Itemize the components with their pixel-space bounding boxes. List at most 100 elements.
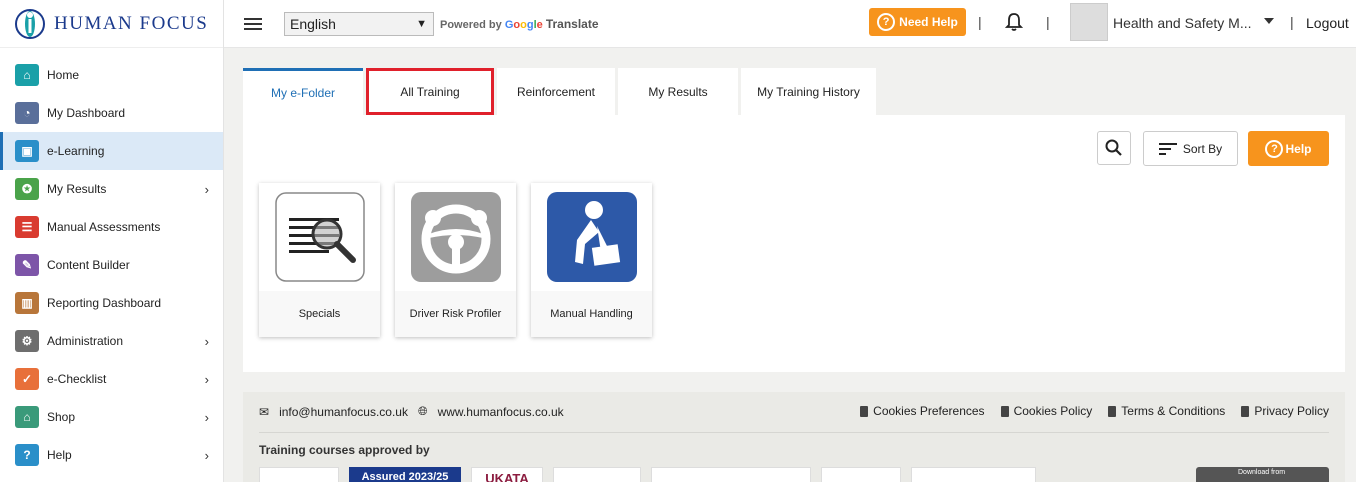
need-help-label: Need Help bbox=[899, 15, 958, 29]
logout-link[interactable]: Logout bbox=[1306, 15, 1349, 31]
magnifier-document-icon bbox=[274, 192, 365, 282]
sidebar-item-label: Content Builder bbox=[47, 258, 130, 272]
sidebar-item-label: Reporting Dashboard bbox=[47, 296, 162, 310]
tab-my-e-folder[interactable]: My e-Folder bbox=[243, 68, 363, 115]
tab-all-training[interactable]: All Training bbox=[366, 68, 494, 115]
footer-link-cookies-preferences[interactable]: Cookies Preferences bbox=[860, 404, 985, 418]
google-letter: g bbox=[526, 18, 534, 31]
sidebar-item-administration[interactable]: ⚙ Administration › bbox=[0, 322, 223, 360]
footer-link-terms[interactable]: Terms & Conditions bbox=[1108, 404, 1225, 418]
google-letter: o bbox=[520, 18, 527, 31]
caret-down-icon[interactable] bbox=[1264, 18, 1274, 24]
tab-my-results[interactable]: My Results bbox=[618, 68, 738, 115]
sidebar-item-label: Manual Assessments bbox=[47, 220, 161, 234]
sidebar-nav: ⌂ Home ◔ My Dashboard ▣ e-Learning ✪ My Resu… bbox=[0, 56, 223, 474]
language-select-value: English bbox=[290, 15, 336, 32]
course-card-driver-risk-profiler[interactable]: Driver Risk Profiler bbox=[395, 183, 516, 337]
home-icon: ⌂ bbox=[15, 64, 39, 86]
language-select[interactable]: English ▼ bbox=[284, 11, 434, 36]
bar-chart-icon: ▥ bbox=[15, 292, 39, 314]
tab-bar: My e-Folder All Training Reinforcement M… bbox=[243, 68, 876, 115]
sidebar-item-manual-assessments[interactable]: ☰ Manual Assessments bbox=[0, 208, 223, 246]
chevron-right-icon: › bbox=[204, 409, 209, 425]
results-icon: ✪ bbox=[15, 178, 39, 200]
user-menu-name[interactable]: Health and Safety M... bbox=[1113, 15, 1252, 31]
hamburger-menu-icon[interactable] bbox=[244, 17, 262, 30]
bell-icon[interactable] bbox=[1005, 12, 1023, 32]
footer-link-privacy-policy[interactable]: Privacy Policy bbox=[1241, 404, 1329, 418]
accreditation-logo[interactable]: UKATA bbox=[471, 467, 543, 482]
sidebar-item-label: e-Checklist bbox=[47, 372, 107, 386]
content-builder-icon: ✎ bbox=[15, 254, 39, 276]
question-circle-icon: ? bbox=[1265, 139, 1284, 158]
accreditation-logo[interactable] bbox=[911, 467, 1036, 482]
course-cards: Specials Driver Risk Profiler Manual Han… bbox=[259, 183, 652, 337]
sidebar-item-reporting-dashboard[interactable]: ▥ Reporting Dashboard bbox=[0, 284, 223, 322]
course-card-specials[interactable]: Specials bbox=[259, 183, 380, 337]
topbar: English ▼ Powered by Google Translate ? … bbox=[224, 0, 1356, 48]
envelope-icon: ✉ bbox=[259, 404, 270, 419]
footer-link-label: Terms & Conditions bbox=[1121, 404, 1226, 418]
brand-name: HUMAN FOCUS bbox=[54, 12, 209, 34]
accreditation-logo[interactable] bbox=[821, 467, 901, 482]
chevron-right-icon: › bbox=[204, 333, 209, 349]
powered-by-label: Powered by bbox=[440, 18, 502, 31]
footer-contact: ✉ info@humanfocus.co.uk 🌐︎ www.humanfocu… bbox=[259, 404, 564, 419]
help-button[interactable]: ? Help bbox=[1248, 131, 1329, 166]
accreditation-logo[interactable] bbox=[259, 467, 339, 482]
footer-link-cookies-policy[interactable]: Cookies Policy bbox=[1000, 404, 1093, 418]
need-help-button[interactable]: ? Need Help bbox=[869, 8, 966, 36]
course-card-manual-handling[interactable]: Manual Handling bbox=[531, 183, 652, 337]
sidebar-item-e-learning[interactable]: ▣ e-Learning bbox=[0, 132, 223, 170]
sort-by-label: Sort By bbox=[1182, 141, 1223, 156]
avatar[interactable] bbox=[1070, 3, 1108, 41]
footer-divider bbox=[259, 432, 1329, 433]
translate-label: Translate bbox=[545, 16, 599, 31]
e-learning-icon: ▣ bbox=[15, 140, 39, 162]
accreditation-logo[interactable] bbox=[651, 467, 811, 482]
sidebar-item-help[interactable]: ? Help › bbox=[0, 436, 223, 474]
tab-reinforcement[interactable]: Reinforcement bbox=[497, 68, 615, 115]
powered-by-google-translate[interactable]: Powered by Google Translate bbox=[440, 17, 599, 31]
gear-icon: ⚙ bbox=[15, 330, 39, 352]
search-icon bbox=[1105, 139, 1122, 156]
sidebar-item-my-dashboard[interactable]: ◔ My Dashboard bbox=[0, 94, 223, 132]
sidebar-item-label: Help bbox=[47, 448, 72, 462]
footer-link-label: Privacy Policy bbox=[1254, 404, 1329, 418]
accreditation-logo[interactable] bbox=[553, 467, 641, 482]
lifting-box-icon bbox=[546, 192, 637, 282]
accreditation-logo[interactable]: Assured 2023/25 bbox=[349, 467, 461, 482]
dashboard-icon: ◔ bbox=[15, 102, 39, 124]
google-letter: e bbox=[536, 18, 543, 31]
brand-logo[interactable]: HUMAN FOCUS bbox=[0, 0, 223, 48]
app-store-badge[interactable]: Download from bbox=[1196, 467, 1329, 482]
chevron-right-icon: › bbox=[204, 181, 209, 197]
sidebar-item-label: Home bbox=[47, 68, 80, 82]
document-icon bbox=[1000, 405, 1009, 417]
footer-link-label: Cookies Policy bbox=[1013, 404, 1093, 418]
course-title: Manual Handling bbox=[531, 291, 652, 337]
search-button[interactable] bbox=[1097, 131, 1131, 165]
sidebar-item-content-builder[interactable]: ✎ Content Builder bbox=[0, 246, 223, 284]
sidebar-item-my-results[interactable]: ✪ My Results › bbox=[0, 170, 223, 208]
sidebar-item-shop[interactable]: ⌂ Shop › bbox=[0, 398, 223, 436]
sidebar-item-label: e-Learning bbox=[47, 144, 105, 158]
sidebar-item-home[interactable]: ⌂ Home bbox=[0, 56, 223, 94]
tab-my-training-history[interactable]: My Training History bbox=[741, 68, 876, 115]
footer-link-label: Cookies Preferences bbox=[873, 404, 985, 418]
sort-icon bbox=[1158, 142, 1177, 155]
sidebar-item-e-checklist[interactable]: ✓ e-Checklist › bbox=[0, 360, 223, 398]
question-icon: ? bbox=[15, 444, 39, 466]
human-focus-logo-icon bbox=[15, 8, 45, 39]
assessment-icon: ☰ bbox=[15, 216, 39, 238]
chevron-right-icon: › bbox=[204, 371, 209, 387]
question-circle-icon: ? bbox=[877, 13, 896, 31]
sort-by-button[interactable]: Sort By bbox=[1143, 131, 1238, 166]
sidebar-item-label: Administration bbox=[47, 334, 124, 348]
sidebar-item-label: My Results bbox=[47, 182, 107, 196]
help-label: Help bbox=[1285, 141, 1312, 156]
shop-icon: ⌂ bbox=[15, 406, 39, 428]
footer-email-link[interactable]: info@humanfocus.co.uk bbox=[279, 405, 408, 419]
sidebar: HUMAN FOCUS ⌂ Home ◔ My Dashboard ▣ e-Learn… bbox=[0, 0, 224, 482]
footer-website-link[interactable]: www.humanfocus.co.uk bbox=[438, 405, 564, 419]
